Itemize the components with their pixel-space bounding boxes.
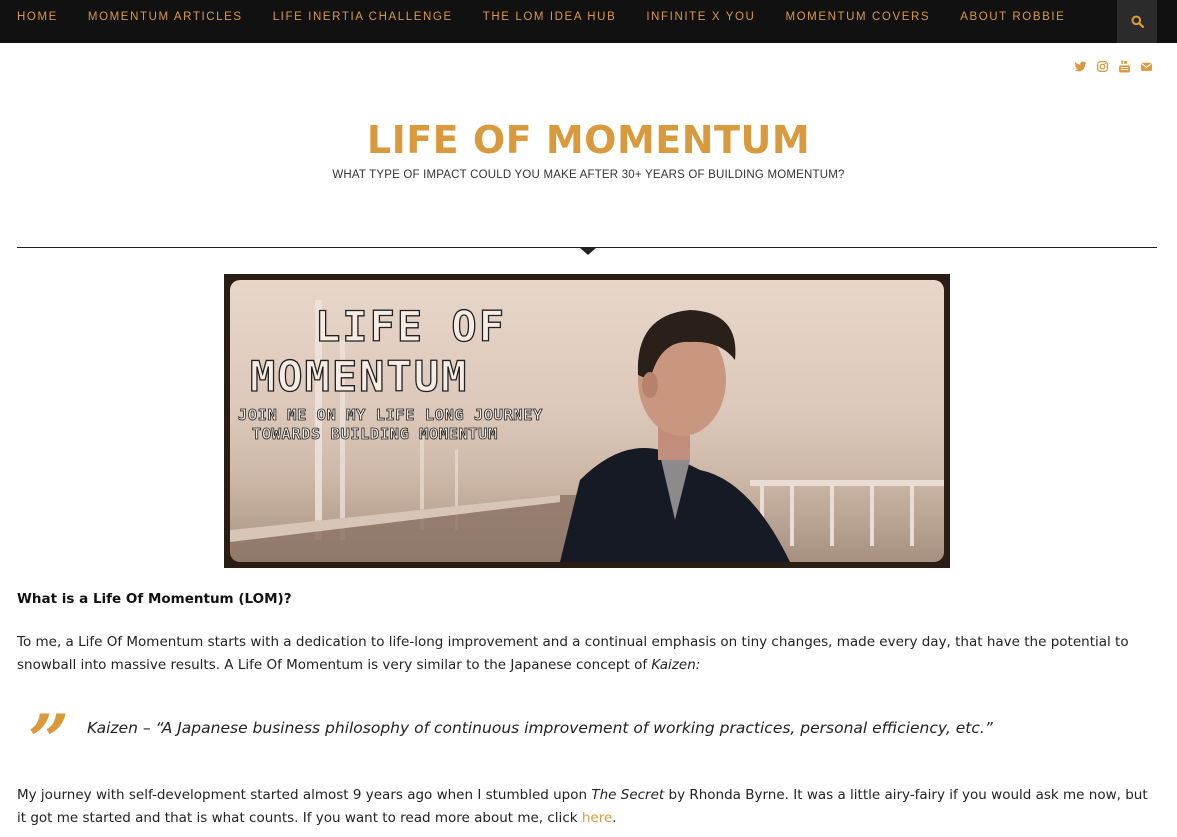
site-tagline: WHAT TYPE OF IMPACT COULD YOU MAKE AFTER… xyxy=(332,169,845,181)
envelope-icon[interactable] xyxy=(1140,60,1153,73)
kaizen-emphasis: Kaizen: xyxy=(651,657,701,673)
journey-text-c: . xyxy=(612,810,617,826)
journey-paragraph: My journey with self-development started… xyxy=(17,784,1157,830)
youtube-icon[interactable] xyxy=(1118,60,1131,73)
intro-text: To me, a Life Of Momentum starts with a … xyxy=(17,634,1129,673)
nav-item-momentum-covers[interactable]: MOMENTUM COVERS xyxy=(785,11,930,23)
banner-heading-line2: MOMENTUM xyxy=(249,351,469,401)
social-links xyxy=(1074,60,1153,73)
section-heading: What is a Life Of Momentum (LOM)? xyxy=(17,591,292,607)
banner-heading-line1: LIFE OF xyxy=(314,301,507,351)
nav-item-life-inertia-challenge[interactable]: LIFE INERTIA CHALLENGE xyxy=(273,11,453,23)
top-navigation-bar: HOME MOMENTUM ARTICLES LIFE INERTIA CHAL… xyxy=(0,0,1177,43)
banner-photo: LIFE OF MOMENTUM JOIN ME ON MY LIFE LONG… xyxy=(230,280,944,562)
instagram-icon[interactable] xyxy=(1096,60,1109,73)
banner-subline2: TOWARDS BUILDING MOMENTUM xyxy=(252,425,498,444)
divider-arrow-icon xyxy=(580,248,596,255)
journey-text-a: My journey with self-development started… xyxy=(17,787,592,803)
nav-item-lom-idea-hub[interactable]: THE LOM IDEA HUB xyxy=(483,11,617,23)
nav-item-about-robbie[interactable]: ABOUT ROBBIE xyxy=(960,11,1065,23)
banner-image: LIFE OF MOMENTUM JOIN ME ON MY LIFE LONG… xyxy=(224,274,950,568)
nav-item-home[interactable]: HOME xyxy=(17,11,58,23)
banner-subline1: JOIN ME ON MY LIFE LONG JOURNEY xyxy=(238,406,543,425)
about-me-link[interactable]: here xyxy=(582,810,612,826)
the-secret-emphasis: The Secret xyxy=(591,787,665,803)
search-button[interactable] xyxy=(1117,0,1157,43)
intro-paragraph: To me, a Life Of Momentum starts with a … xyxy=(17,631,1157,677)
site-title[interactable]: LIFE OF MOMENTUM xyxy=(0,118,1177,162)
kaizen-blockquote: Kaizen – “A Japanese business philosophy… xyxy=(87,719,993,737)
nav-item-infinite-x-you[interactable]: INFINITE X YOU xyxy=(646,11,755,23)
search-icon xyxy=(1131,15,1144,28)
quote-mark-icon: ” xyxy=(28,698,70,783)
nav-item-momentum-articles[interactable]: MOMENTUM ARTICLES xyxy=(88,11,243,23)
nav-menu: HOME MOMENTUM ARTICLES LIFE INERTIA CHAL… xyxy=(17,0,1095,34)
twitter-icon[interactable] xyxy=(1074,60,1087,73)
